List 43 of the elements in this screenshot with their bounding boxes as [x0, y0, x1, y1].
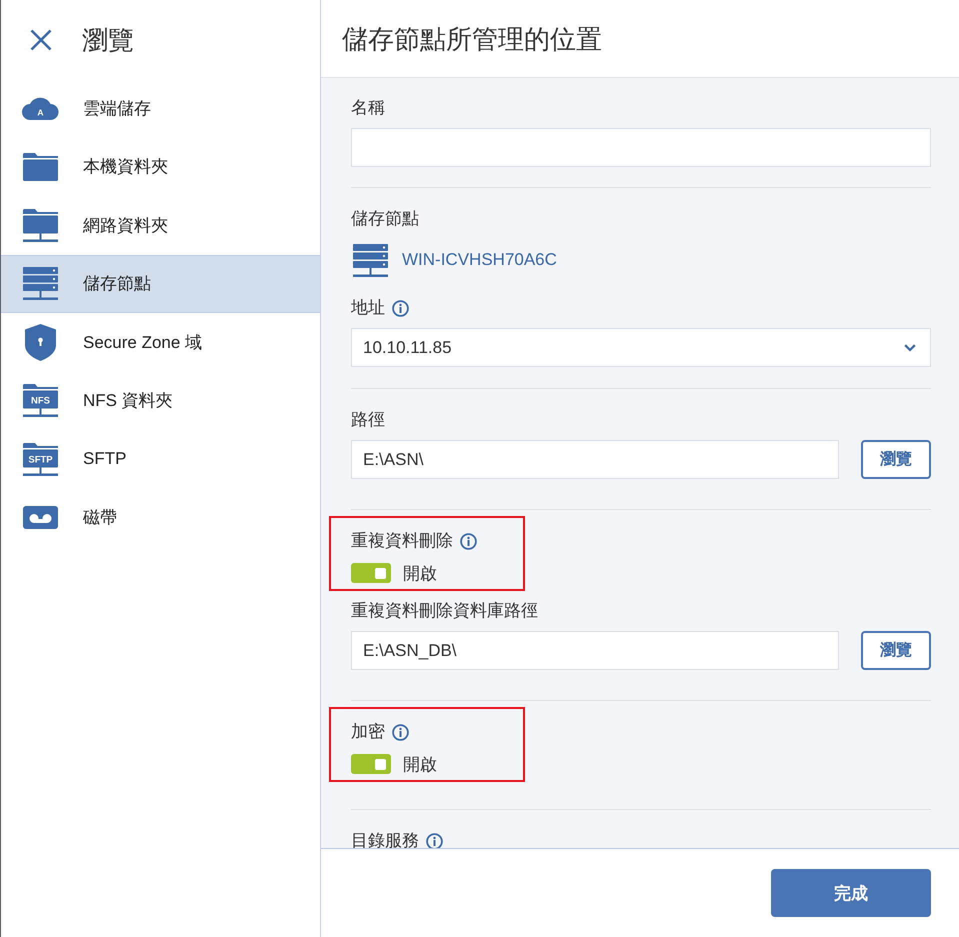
- sidebar-item[interactable]: SFTP SFTP: [1, 430, 320, 488]
- path-field[interactable]: E:\ASN_DB\: [351, 631, 839, 670]
- field-label: 加密: [351, 722, 385, 742]
- sidebar-item[interactable]: 儲存節點: [1, 254, 320, 313]
- field-label: 地址: [351, 298, 385, 318]
- node-name: WIN-ICVHSH70A6C: [402, 250, 557, 270]
- info-icon[interactable]: [460, 532, 477, 550]
- field-label: 重複資料刪除資料庫路徑: [351, 601, 538, 621]
- field-label: 重複資料刪除: [351, 531, 453, 551]
- sidebar-item[interactable]: 網路資料夾: [1, 196, 320, 254]
- toggle-switch[interactable]: [351, 563, 391, 583]
- sidebar-item[interactable]: 磁帶: [1, 488, 320, 547]
- sidebar-item[interactable]: Secure Zone 域: [1, 313, 320, 372]
- folder-icon: [23, 152, 58, 181]
- toggle-state-label: 開啟: [403, 754, 437, 776]
- sidebar-item[interactable]: NFS NFS 資料夾: [1, 372, 320, 430]
- server-icon: [23, 267, 58, 300]
- chevron-down-icon: [904, 344, 916, 352]
- field-label: 路徑: [351, 410, 385, 430]
- toggle-switch[interactable]: [351, 754, 391, 774]
- shield-icon: [25, 324, 56, 361]
- sidebar-title: 瀏覽: [82, 24, 134, 56]
- toggle-state-label: 開啟: [403, 562, 437, 584]
- network-folder-icon: [23, 208, 58, 242]
- browse-button[interactable]: 瀏覽: [861, 440, 931, 479]
- sidebar-item[interactable]: 本機資料夾: [1, 138, 320, 196]
- sidebar-item[interactable]: A 雲端儲存: [1, 79, 320, 138]
- address-dropdown[interactable]: 10.10.11.85: [351, 328, 931, 367]
- done-button[interactable]: 完成: [771, 869, 931, 917]
- field-label: 名稱: [351, 98, 385, 118]
- server-icon: [353, 244, 388, 276]
- info-icon[interactable]: [426, 832, 443, 848]
- field-label: 儲存節點: [351, 209, 419, 229]
- info-icon[interactable]: [392, 724, 409, 740]
- close-icon[interactable]: [30, 28, 52, 50]
- panel-title: 儲存節點所管理的位置: [342, 22, 602, 54]
- tape-icon: [23, 506, 58, 530]
- cloud-icon: A: [22, 96, 59, 120]
- text-field[interactable]: [351, 128, 931, 167]
- browse-button[interactable]: 瀏覽: [861, 631, 931, 670]
- field-label: 目錄服務: [351, 831, 419, 848]
- path-field[interactable]: E:\ASN\: [351, 440, 839, 479]
- info-icon[interactable]: [392, 300, 409, 316]
